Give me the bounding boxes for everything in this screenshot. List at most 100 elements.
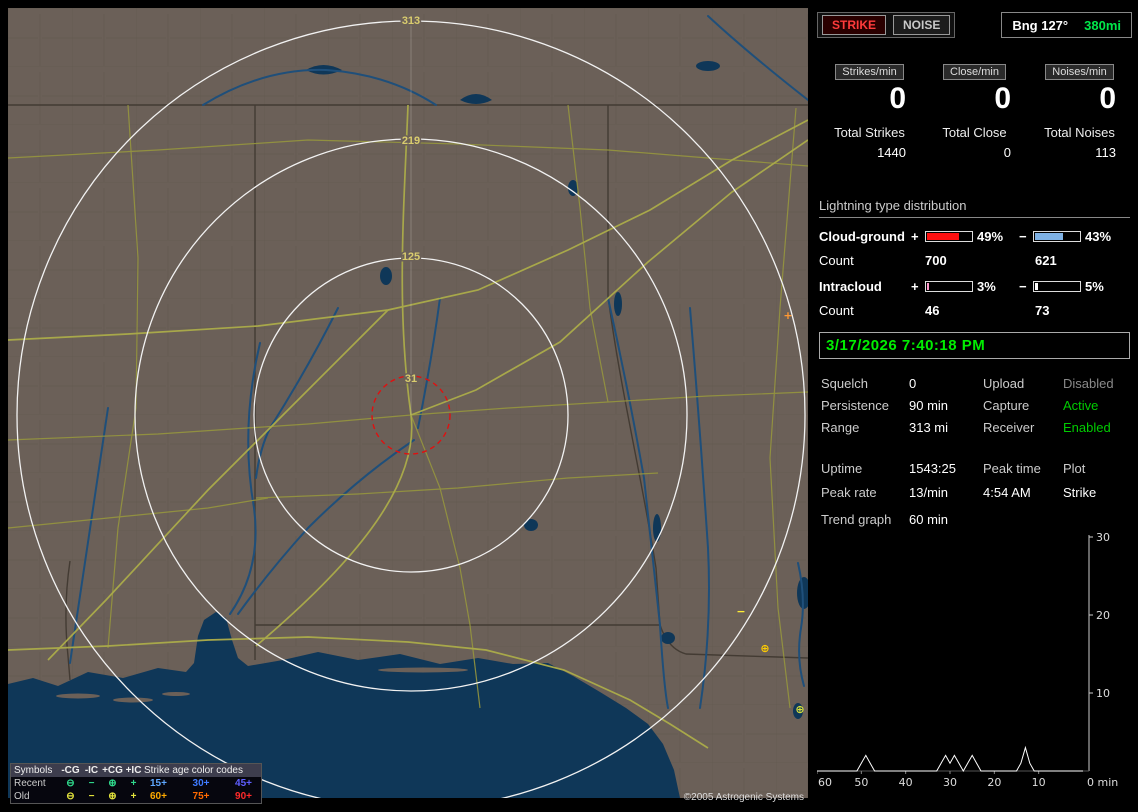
circle-plus-icon: ⊕ <box>108 791 117 802</box>
stats-grid: Uptime 1543:25 Peak time Plot Peak rate … <box>821 461 1130 500</box>
trend-graph-label: Trend graph <box>821 511 892 527</box>
persistence-label: Persistence <box>821 397 889 413</box>
trend-graph: 10 20 30 60 50 40 30 20 10 0 min <box>816 531 1132 796</box>
upload-status: Disabled <box>1063 375 1114 391</box>
trend-graph-canvas: 10 20 30 60 50 40 30 20 10 0 min <box>816 531 1118 789</box>
receiver-status: Enabled <box>1063 419 1111 435</box>
svg-text:30: 30 <box>1096 533 1110 544</box>
noise-button[interactable]: NOISE <box>893 15 951 35</box>
range-value: 380mi <box>1084 17 1121 33</box>
legend-old-row: Old ⊖ − ⊕ + 60+ 75+ 90+ <box>11 790 261 803</box>
legend-recent-row: Recent ⊖ − ⊕ + 15+ 30+ 45+ <box>11 777 261 790</box>
plus-sign: + <box>911 228 919 244</box>
circle-plus-icon: ⊕ <box>108 778 117 789</box>
strikes-per-min-chip: Strikes/min <box>835 64 904 80</box>
uptime-value: 1543:25 <box>909 460 956 476</box>
legend-symbols-title: Symbols <box>14 765 53 776</box>
strike-button[interactable]: STRIKE <box>822 15 887 35</box>
counters-section: Strikes/min 0 Total Strikes 1440 Close/m… <box>817 64 1132 160</box>
intracloud-row: Intracloud + 3% − 5% <box>817 279 1132 294</box>
plus-icon: + <box>130 778 137 789</box>
map-canvas[interactable]: 313 219 125 31 − ⊕ ⊕ + <box>8 8 808 798</box>
legend-old-ages: 60+ 75+ 90+ <box>144 791 258 802</box>
age-15: 15+ <box>150 778 167 789</box>
cloud-ground-row: Cloud-ground + 49% − 43% <box>817 229 1132 244</box>
copyright-text: ©2005 Astrogenic Systems <box>683 792 804 803</box>
strike-symbol-plus-cg: ⊕ <box>760 642 769 655</box>
close-per-min-value: 0 <box>994 82 1011 115</box>
circle-minus-icon: ⊖ <box>66 791 75 802</box>
peak-rate-label: Peak rate <box>821 484 877 500</box>
ring-label-31: 31 <box>405 373 417 385</box>
minus-icon: − <box>88 778 95 789</box>
plus-sign: + <box>911 278 919 294</box>
capture-status: Active <box>1063 397 1099 413</box>
mode-button-group: STRIKE NOISE <box>817 12 956 38</box>
cloud-ground-minus-pct: 43% <box>1085 228 1112 244</box>
range-setting-value: 313 mi <box>909 419 949 435</box>
age-30: 30+ <box>192 778 210 789</box>
legend-recent-label: Recent <box>14 778 46 789</box>
minus-sign: − <box>1019 278 1027 294</box>
legend-col-neg-cg: -CG <box>61 765 80 776</box>
strike-symbol-plus-ic: + <box>783 309 792 322</box>
total-strikes-value: 1440 <box>877 144 906 160</box>
range-label: Range <box>821 419 860 435</box>
intracloud-minus-bar <box>1033 280 1081 292</box>
trend-window-value: 60 min <box>909 511 949 527</box>
peak-time-label: Peak time <box>983 460 1041 476</box>
ring-label-125: 125 <box>402 251 420 263</box>
datetime-display: 3/17/2026 7:40:18 PM <box>819 331 1130 359</box>
close-counter: Close/min 0 Total Close 0 <box>922 64 1027 160</box>
cloud-ground-count-row: Count 700 621 <box>817 253 1132 268</box>
svg-text:20: 20 <box>1096 609 1110 622</box>
total-strikes-label: Total Strikes <box>834 124 905 140</box>
cloud-ground-minus-count: 621 <box>1035 252 1057 268</box>
count-label: Count <box>819 252 854 268</box>
total-noises-label: Total Noises <box>1044 124 1115 140</box>
minus-icon: − <box>88 791 95 802</box>
peak-time-value: 4:54 AM <box>983 484 1031 500</box>
cloud-ground-label: Cloud-ground <box>819 228 905 244</box>
legend-col-neg-ic: -IC <box>84 765 99 776</box>
age-45: 45+ <box>235 778 252 789</box>
upload-label: Upload <box>983 375 1025 391</box>
cloud-ground-plus-bar <box>925 230 973 242</box>
minus-sign: − <box>1019 228 1027 244</box>
plot-value: Strike <box>1063 484 1097 500</box>
age-75: 75+ <box>192 791 210 802</box>
strikes-per-min-value: 0 <box>889 82 906 115</box>
intracloud-minus-count: 73 <box>1035 302 1050 318</box>
status-side-panel: STRIKE NOISE Bng 127° 380mi Strikes/min … <box>816 0 1132 812</box>
cloud-ground-plus-count: 700 <box>925 252 947 268</box>
strikes-counter: Strikes/min 0 Total Strikes 1440 <box>817 64 922 160</box>
uptime-label: Uptime <box>821 460 863 476</box>
ring-label-313: 313 <box>402 15 420 27</box>
total-close-value: 0 <box>1003 144 1011 160</box>
ring-label-219: 219 <box>402 135 420 147</box>
trend-graph-header: Trend graph 60 min <box>821 512 1130 527</box>
age-60: 60+ <box>150 791 167 802</box>
intracloud-plus-pct: 3% <box>977 278 996 294</box>
svg-text:0 min: 0 min <box>1087 776 1118 789</box>
svg-text:50: 50 <box>854 776 868 789</box>
count-label: Count <box>819 302 854 318</box>
legend-col-pos-cg: +CG <box>102 765 123 776</box>
peak-rate-value: 13/min <box>909 484 949 500</box>
noises-per-min-chip: Noises/min <box>1045 64 1114 80</box>
intracloud-plus-bar <box>925 280 973 292</box>
settings-grid: Squelch 0 Upload Disabled Persistence 90… <box>821 376 1130 435</box>
bearing-range-box: Bng 127° 380mi <box>1001 12 1132 38</box>
squelch-value: 0 <box>909 375 917 391</box>
legend-old-label: Old <box>14 791 30 802</box>
svg-text:10: 10 <box>1096 687 1110 700</box>
circle-minus-icon: ⊖ <box>66 778 75 789</box>
age-90: 90+ <box>235 791 252 802</box>
svg-text:10: 10 <box>1032 776 1046 789</box>
total-noises-value: 113 <box>1095 144 1116 160</box>
receiver-label: Receiver <box>983 419 1035 435</box>
total-close-label: Total Close <box>942 124 1007 140</box>
svg-text:60: 60 <box>818 776 832 789</box>
noises-per-min-value: 0 <box>1099 82 1116 115</box>
persistence-value: 90 min <box>909 397 949 413</box>
